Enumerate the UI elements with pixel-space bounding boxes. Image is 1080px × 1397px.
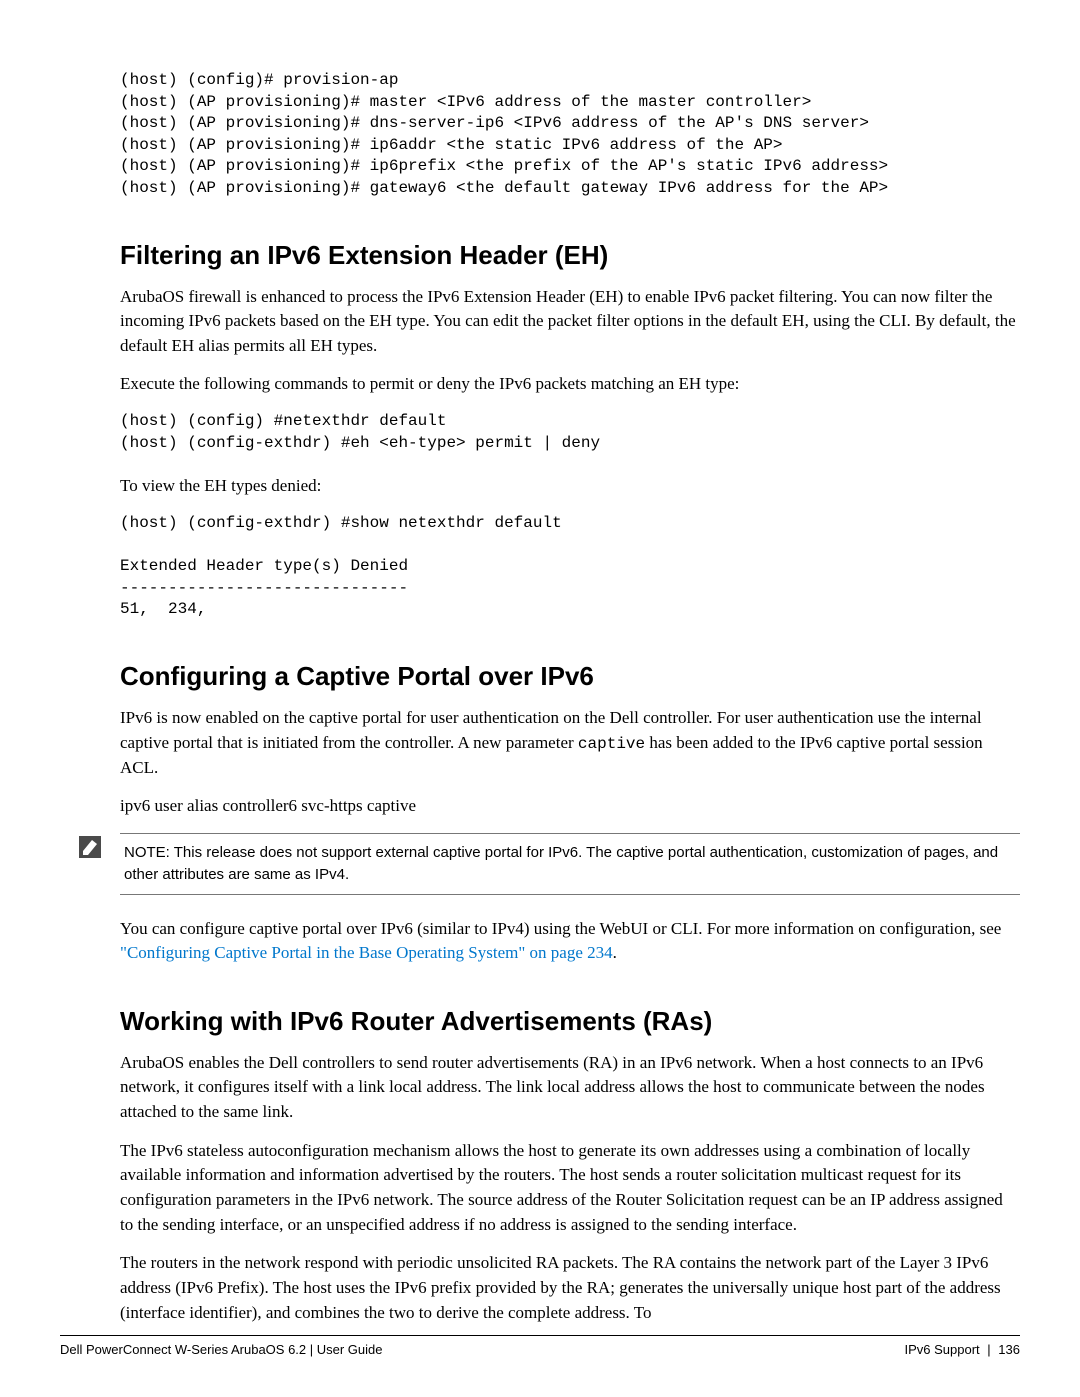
cross-reference-link[interactable]: "Configuring Captive Portal in the Base …	[120, 943, 613, 962]
note-icon	[60, 833, 120, 859]
note-container: NOTE: This release does not support exte…	[120, 833, 1020, 895]
paragraph: You can configure captive portal over IP…	[120, 917, 1020, 966]
paragraph: The IPv6 stateless autoconfiguration mec…	[120, 1139, 1020, 1238]
inline-code: captive	[578, 735, 645, 753]
footer-section: IPv6 Support	[905, 1342, 980, 1357]
paragraph: The routers in the network respond with …	[120, 1251, 1020, 1325]
heading-captive-portal: Configuring a Captive Portal over IPv6	[120, 661, 1020, 692]
code-block-eh-show: (host) (config-exthdr) #show netexthdr d…	[120, 513, 1020, 621]
paragraph: To view the EH types denied:	[120, 474, 1020, 499]
paragraph: ArubaOS firewall is enhanced to process …	[120, 285, 1020, 359]
footer-left: Dell PowerConnect W-Series ArubaOS 6.2 |…	[60, 1342, 383, 1357]
page: (host) (config)# provision-ap (host) (AP…	[0, 0, 1080, 1397]
paragraph: IPv6 is now enabled on the captive porta…	[120, 706, 1020, 780]
footer-separator: |	[987, 1342, 990, 1357]
note-text: NOTE: This release does not support exte…	[120, 833, 1020, 895]
paragraph: ArubaOS enables the Dell controllers to …	[120, 1051, 1020, 1125]
paragraph-command: ipv6 user alias controller6 svc-https ca…	[120, 794, 1020, 819]
text: You can configure captive portal over IP…	[120, 919, 1001, 938]
footer-right: IPv6 Support | 136	[905, 1342, 1021, 1357]
footer-page-number: 136	[998, 1342, 1020, 1357]
paragraph: Execute the following commands to permit…	[120, 372, 1020, 397]
code-block-provision-ap: (host) (config)# provision-ap (host) (AP…	[120, 70, 1020, 200]
code-block-eh-permit-deny: (host) (config) #netexthdr default (host…	[120, 411, 1020, 454]
page-footer: Dell PowerConnect W-Series ArubaOS 6.2 |…	[60, 1335, 1020, 1357]
text: .	[613, 943, 617, 962]
heading-filtering-eh: Filtering an IPv6 Extension Header (EH)	[120, 240, 1020, 271]
heading-router-advertisements: Working with IPv6 Router Advertisements …	[120, 1006, 1020, 1037]
